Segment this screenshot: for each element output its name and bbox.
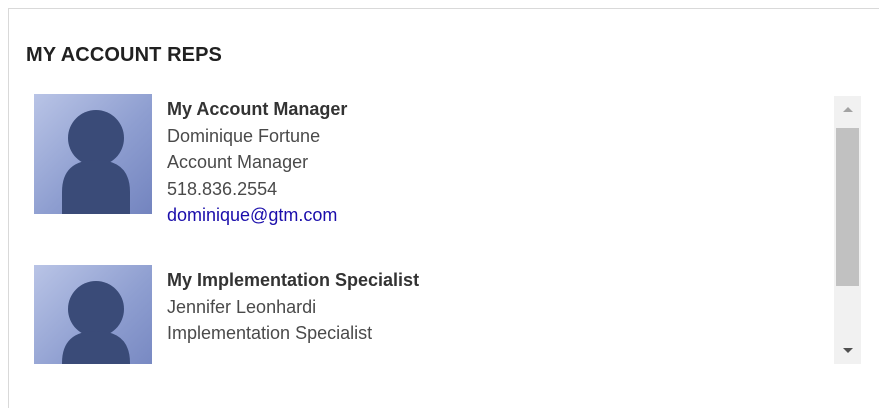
rep-name: Jennifer Leonhardi [167, 296, 317, 317]
rep-email-link[interactable]: dominique@gtm.com [167, 202, 347, 229]
rep-role-heading: My Implementation Specialist [167, 270, 420, 290]
reps-list[interactable]: My Account Manager Dominique Fortune Acc… [34, 94, 864, 364]
vertical-scrollbar[interactable] [834, 96, 861, 364]
avatar [34, 265, 152, 364]
rep-title: Implementation Specialist [167, 323, 373, 343]
rep-name: Dominique Fortune [167, 125, 321, 146]
rep-title: Account Manager [167, 152, 309, 172]
person-silhouette-icon [62, 281, 130, 364]
rep-role-heading: My Account Manager [167, 99, 348, 119]
avatar [34, 94, 152, 214]
rep-details: My Implementation Specialist Jennifer Le… [167, 267, 419, 347]
rep-details: My Account Manager Dominique Fortune Acc… [167, 96, 347, 229]
person-silhouette-icon [62, 110, 130, 214]
arrow-down-icon[interactable] [834, 336, 861, 364]
arrow-up-icon[interactable] [834, 96, 861, 124]
rep-phone: 518.836.2554 [167, 178, 278, 199]
scrollbar-thumb[interactable] [836, 128, 859, 286]
panel-title: MY ACCOUNT REPS [26, 44, 222, 66]
